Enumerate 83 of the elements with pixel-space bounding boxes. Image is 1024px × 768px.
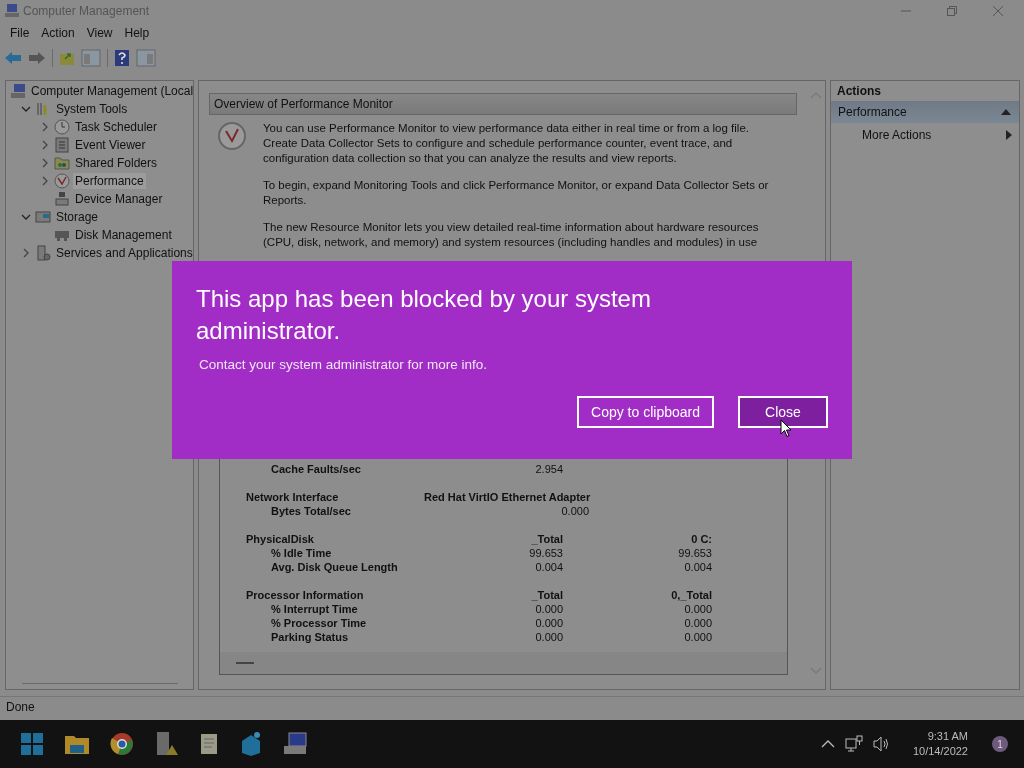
paragraph: The new Resource Monitor lets you view detailed real-time information about hardware resources (CPU, disk, network, and memory) and system resources (including handles and modules) in use [263, 220, 760, 250]
counter-value: 0.004 [683, 561, 712, 573]
counter-name: Parking Status [270, 631, 350, 643]
tree-item[interactable]: Storage [54, 209, 101, 225]
folder-icon[interactable] [64, 733, 90, 755]
counter-group: PhysicalDisk [246, 533, 424, 545]
server-lock-icon[interactable] [154, 731, 178, 757]
restore-icon[interactable] [946, 5, 958, 17]
dialog-message: Contact your system administrator for more info. [198, 357, 489, 372]
counter-name: Avg. Disk Queue Length [270, 561, 399, 573]
instance-heading: 0 C: [690, 533, 712, 545]
instance-heading: Red Hat VirtIO Ethernet Adapter [424, 491, 589, 503]
dialog-button[interactable]: Close [738, 396, 828, 428]
network-nodes-icon[interactable] [240, 731, 262, 757]
counter-value: 0.000 [683, 603, 712, 615]
computer-icon [4, 3, 20, 19]
tree-item[interactable]: Event Viewer [73, 137, 148, 153]
action-item[interactable]: More Actions [862, 128, 932, 142]
computer-management-icon[interactable] [282, 732, 308, 756]
instance-heading: 0,_Total [670, 589, 712, 601]
section-header: Overview of Performance Monitor [209, 93, 797, 115]
dialog-title: This app has been blocked by your system administrator. [196, 284, 652, 346]
device-icon [54, 191, 70, 207]
network-icon[interactable] [844, 735, 863, 753]
counter-group: Processor Information [246, 589, 424, 601]
counter-name: % Idle Time [270, 547, 333, 559]
pane-title: Actions [836, 83, 882, 100]
counter-value: 99.653 [528, 547, 563, 559]
counter-value: 0.000 [534, 631, 563, 643]
counter-value: 0.000 [534, 617, 563, 629]
instance-heading: _Total [530, 589, 563, 601]
counter-name: Cache Faults/sec [270, 463, 362, 475]
counter-value: 0.004 [534, 561, 563, 573]
chevron-up-icon[interactable] [820, 740, 835, 748]
tree-item[interactable]: Task Scheduler [73, 119, 160, 135]
mouse-cursor-icon [780, 419, 792, 438]
tree-item[interactable]: System Tools [54, 101, 130, 117]
status-text: Done [6, 699, 35, 714]
counter-group: Network Interface [246, 491, 424, 503]
tree-item[interactable]: Computer Management (Local [29, 83, 193, 99]
computer-icon [10, 83, 26, 99]
folder-up-icon[interactable] [59, 50, 75, 66]
speaker-icon[interactable] [872, 736, 891, 752]
tree-item[interactable]: Services and Applications [54, 245, 193, 261]
collapse-triangle-icon [1001, 108, 1011, 116]
counter-name: Bytes Total/sec [270, 505, 352, 517]
services-icon [35, 245, 51, 261]
start-icon[interactable] [20, 732, 44, 756]
menu-item[interactable]: Action [37, 24, 83, 42]
tree-item[interactable]: Performance [73, 173, 146, 189]
clock-date[interactable]: 10/14/2022 [912, 744, 968, 759]
menu-item[interactable]: View [82, 24, 121, 42]
shared-folder-icon [54, 155, 70, 171]
paragraph: To begin, expand Monitoring Tools and click Performance Monitor, or expand Data Collector Sets or Reports. [263, 178, 770, 208]
forward-arrow-icon[interactable] [28, 51, 46, 65]
close-icon[interactable] [992, 5, 1004, 17]
gauge-icon [217, 121, 247, 151]
tree-item[interactable]: Device Manager [73, 191, 165, 207]
action-section-header[interactable]: Performance [831, 101, 1019, 123]
log-icon [54, 137, 70, 153]
counter-value: 99.653 [677, 547, 712, 559]
clock-icon [54, 119, 70, 135]
counter-name: % Interrupt Time [270, 603, 359, 615]
counter-value: 0.000 [683, 617, 712, 629]
counter-value: 2.954 [534, 463, 563, 475]
notification-badge[interactable]: 1 [992, 736, 1008, 752]
storage-icon [35, 209, 51, 225]
instance-heading: _Total [530, 533, 563, 545]
scroll-document-icon[interactable] [198, 732, 220, 756]
menu-item[interactable]: Help [120, 24, 158, 42]
tree-item[interactable]: Shared Folders [73, 155, 160, 171]
tree-item[interactable]: Disk Management [73, 227, 174, 243]
clock-time[interactable]: 9:31 AM [927, 729, 968, 744]
browser-icon[interactable] [110, 732, 134, 756]
counter-name: % Processor Time [270, 617, 368, 629]
menu-item[interactable]: File [6, 24, 38, 42]
counter-value: 0.000 [560, 505, 589, 517]
counter-value: 0.000 [683, 631, 712, 643]
counter-value: 0.000 [534, 603, 563, 615]
gauge-icon [54, 173, 70, 189]
paragraph: You can use Performance Monitor to view performance data either in real time or from a log file. Create Data Collector Sets to configure and schedule performance counter, event trace, and configuration data collection so that you can analyze the results and view reports. [263, 121, 750, 166]
dialog-button[interactable]: Copy to clipboard [577, 396, 714, 428]
help-icon[interactable] [114, 49, 130, 67]
